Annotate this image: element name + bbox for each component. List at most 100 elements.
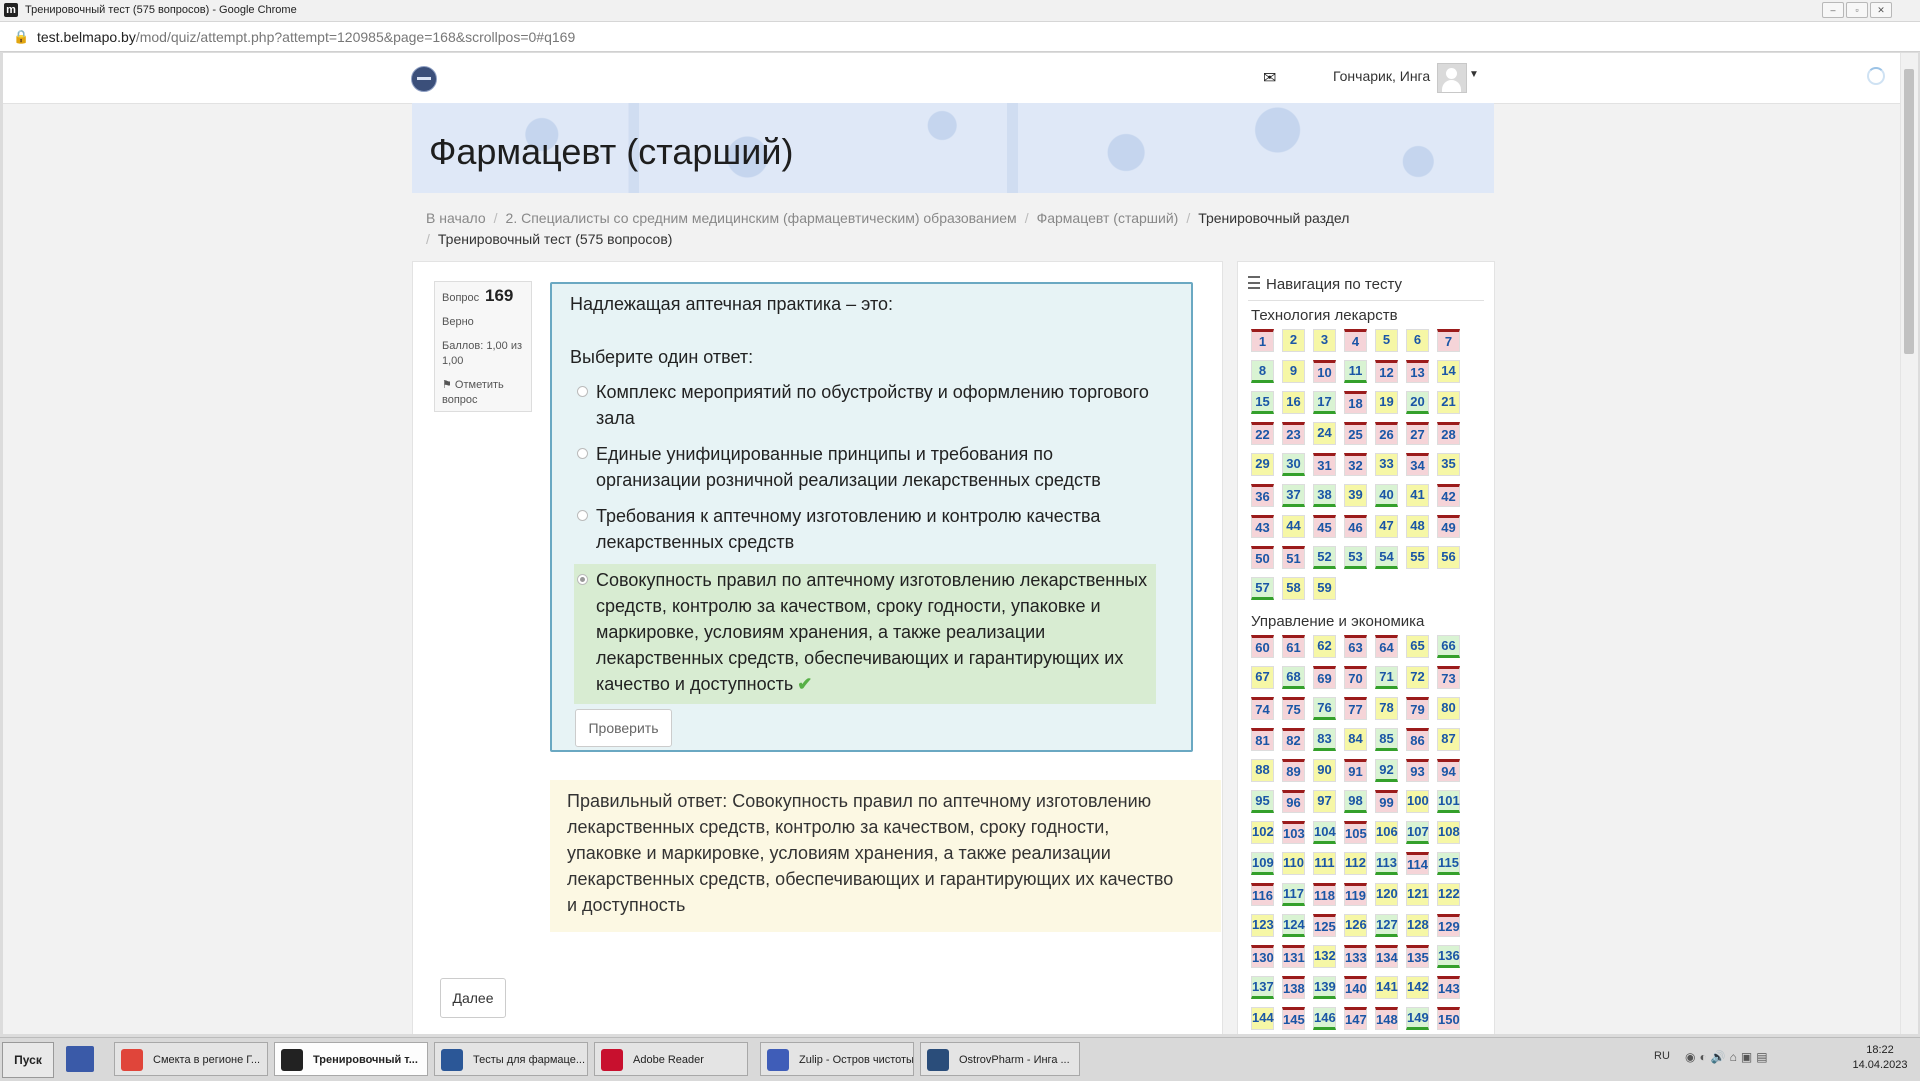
question-nav-button[interactable]: 56 — [1437, 546, 1460, 569]
question-nav-button[interactable]: 19 — [1375, 391, 1398, 414]
question-nav-button[interactable]: 93 — [1406, 759, 1429, 782]
question-nav-button[interactable]: 89 — [1282, 759, 1305, 782]
question-nav-button[interactable]: 73 — [1437, 666, 1460, 689]
question-nav-button[interactable]: 14 — [1437, 360, 1460, 383]
next-button[interactable]: Далее — [440, 978, 506, 1018]
question-nav-button[interactable]: 74 — [1251, 697, 1274, 720]
question-nav-button[interactable]: 5 — [1375, 329, 1398, 352]
minimize-button[interactable]: – — [1822, 2, 1844, 18]
question-nav-button[interactable]: 36 — [1251, 484, 1274, 507]
question-nav-button[interactable]: 91 — [1344, 759, 1367, 782]
question-nav-button[interactable]: 59 — [1313, 577, 1336, 600]
question-nav-button[interactable]: 87 — [1437, 728, 1460, 751]
question-nav-button[interactable]: 129 — [1437, 914, 1460, 937]
question-nav-button[interactable]: 22 — [1251, 422, 1274, 445]
question-nav-button[interactable]: 17 — [1313, 391, 1336, 414]
question-nav-button[interactable]: 15 — [1251, 391, 1274, 414]
question-nav-button[interactable]: 105 — [1344, 821, 1367, 844]
question-nav-button[interactable]: 37 — [1282, 484, 1305, 507]
question-nav-button[interactable]: 9 — [1282, 360, 1305, 383]
question-nav-button[interactable]: 103 — [1282, 821, 1305, 844]
question-nav-button[interactable]: 145 — [1282, 1007, 1305, 1030]
question-nav-button[interactable]: 112 — [1344, 852, 1367, 875]
question-nav-button[interactable]: 116 — [1251, 883, 1274, 906]
question-nav-button[interactable]: 82 — [1282, 728, 1305, 751]
question-nav-button[interactable]: 108 — [1437, 821, 1460, 844]
question-nav-button[interactable]: 68 — [1282, 666, 1305, 689]
question-nav-button[interactable]: 24 — [1313, 422, 1336, 445]
question-nav-button[interactable]: 45 — [1313, 515, 1336, 538]
question-nav-button[interactable]: 8 — [1251, 360, 1274, 383]
question-nav-button[interactable]: 135 — [1406, 945, 1429, 968]
question-nav-button[interactable]: 86 — [1406, 728, 1429, 751]
question-nav-button[interactable]: 3 — [1313, 329, 1336, 352]
question-nav-button[interactable]: 98 — [1344, 790, 1367, 813]
question-nav-button[interactable]: 132 — [1313, 945, 1336, 968]
question-nav-button[interactable]: 71 — [1375, 666, 1398, 689]
question-nav-button[interactable]: 64 — [1375, 635, 1398, 658]
breadcrumb-item-course[interactable]: Фармацевт (старший) — [1037, 210, 1179, 226]
question-nav-button[interactable]: 25 — [1344, 422, 1367, 445]
question-nav-button[interactable]: 147 — [1344, 1007, 1367, 1030]
flag-question-button[interactable]: ⚑ Отметить вопрос — [442, 378, 528, 408]
taskbar-item-active[interactable]: Тренировочный т... — [274, 1042, 428, 1076]
question-nav-button[interactable]: 4 — [1344, 329, 1367, 352]
messages-icon[interactable]: ✉ — [1263, 68, 1276, 88]
question-nav-button[interactable]: 99 — [1375, 790, 1398, 813]
answer-option[interactable]: Комплекс мероприятий по обустройству и о… — [574, 379, 1156, 431]
question-nav-button[interactable]: 51 — [1282, 546, 1305, 569]
answer-option[interactable]: Требования к аптечному изготовлению и ко… — [574, 503, 1156, 555]
question-nav-button[interactable]: 21 — [1437, 391, 1460, 414]
question-nav-button[interactable]: 57 — [1251, 577, 1274, 600]
question-nav-button[interactable]: 148 — [1375, 1007, 1398, 1030]
question-nav-button[interactable]: 125 — [1313, 914, 1336, 937]
question-nav-button[interactable]: 70 — [1344, 666, 1367, 689]
question-nav-button[interactable]: 101 — [1437, 790, 1460, 813]
question-nav-button[interactable]: 141 — [1375, 976, 1398, 999]
question-nav-button[interactable]: 149 — [1406, 1007, 1429, 1030]
question-nav-button[interactable]: 123 — [1251, 914, 1274, 937]
question-nav-button[interactable]: 97 — [1313, 790, 1336, 813]
question-nav-button[interactable]: 104 — [1313, 821, 1336, 844]
question-nav-button[interactable]: 39 — [1344, 484, 1367, 507]
question-nav-button[interactable]: 111 — [1313, 852, 1336, 875]
question-nav-button[interactable]: 46 — [1344, 515, 1367, 538]
question-nav-button[interactable]: 94 — [1437, 759, 1460, 782]
question-nav-button[interactable]: 139 — [1313, 976, 1336, 999]
question-nav-button[interactable]: 75 — [1282, 697, 1305, 720]
question-nav-button[interactable]: 84 — [1344, 728, 1367, 751]
question-nav-button[interactable]: 140 — [1344, 976, 1367, 999]
question-nav-button[interactable]: 109 — [1251, 852, 1274, 875]
question-nav-button[interactable]: 10 — [1313, 360, 1336, 383]
question-nav-button[interactable]: 62 — [1313, 635, 1336, 658]
question-nav-button[interactable]: 83 — [1313, 728, 1336, 751]
question-nav-button[interactable]: 110 — [1282, 852, 1305, 875]
question-nav-button[interactable]: 42 — [1437, 484, 1460, 507]
question-nav-button[interactable]: 88 — [1251, 759, 1274, 782]
answer-radio[interactable] — [577, 448, 588, 459]
question-nav-button[interactable]: 92 — [1375, 759, 1398, 782]
question-nav-button[interactable]: 138 — [1282, 976, 1305, 999]
address-bar[interactable]: 🔒 test.belmapo.by/mod/quiz/attempt.php?a… — [0, 22, 1920, 52]
taskbar-item[interactable]: Смекта в регионе Г... — [114, 1042, 268, 1076]
question-nav-button[interactable]: 96 — [1282, 790, 1305, 813]
question-nav-button[interactable]: 40 — [1375, 484, 1398, 507]
taskbar-item[interactable]: OstrovPharm - Инга ... — [920, 1042, 1080, 1076]
url-text[interactable]: test.belmapo.by/mod/quiz/attempt.php?att… — [37, 29, 575, 45]
question-nav-button[interactable]: 54 — [1375, 546, 1398, 569]
question-nav-button[interactable]: 150 — [1437, 1007, 1460, 1030]
question-nav-button[interactable]: 2 — [1282, 329, 1305, 352]
question-nav-button[interactable]: 128 — [1406, 914, 1429, 937]
question-nav-button[interactable]: 65 — [1406, 635, 1429, 658]
question-nav-button[interactable]: 20 — [1406, 391, 1429, 414]
question-nav-button[interactable]: 118 — [1313, 883, 1336, 906]
page-scrollbar[interactable] — [1900, 53, 1918, 1034]
question-nav-button[interactable]: 61 — [1282, 635, 1305, 658]
question-nav-button[interactable]: 66 — [1437, 635, 1460, 658]
question-nav-button[interactable]: 122 — [1437, 883, 1460, 906]
question-nav-button[interactable]: 48 — [1406, 515, 1429, 538]
question-nav-button[interactable]: 90 — [1313, 759, 1336, 782]
question-nav-button[interactable]: 131 — [1282, 945, 1305, 968]
question-nav-button[interactable]: 120 — [1375, 883, 1398, 906]
question-nav-button[interactable]: 43 — [1251, 515, 1274, 538]
